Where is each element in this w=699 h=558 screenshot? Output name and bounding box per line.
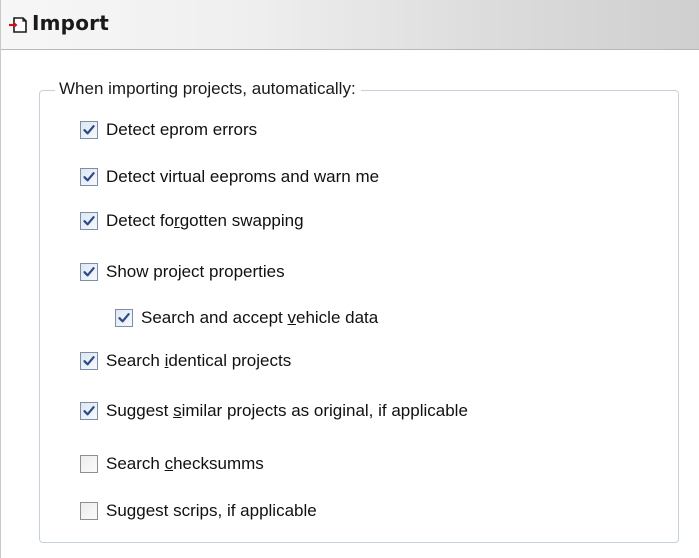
checkbox[interactable]: [115, 309, 133, 327]
checkbox[interactable]: [80, 455, 98, 473]
option-detect-eprom-errors[interactable]: Detect eprom errors: [80, 117, 257, 143]
check-mark-icon: [83, 216, 95, 226]
option-label: Detect virtual eeproms and warn me: [106, 167, 380, 186]
option-label: Suggest similar projects as original, if…: [106, 401, 468, 420]
option-label: Detect eprom errors: [106, 120, 258, 139]
checkbox[interactable]: [80, 168, 98, 186]
option-suggest-scrips[interactable]: Suggest scrips, if applicable: [80, 498, 317, 524]
option-label: Show project properties: [106, 262, 285, 281]
check-mark-icon: [83, 267, 95, 277]
option-search-identical-projects[interactable]: Search identical projects: [80, 348, 291, 374]
section-header: Import: [1, 0, 699, 50]
option-search-checksumms[interactable]: Search checksumms: [80, 451, 264, 477]
option-label: Search checksumms: [106, 454, 264, 473]
checkbox[interactable]: [80, 121, 98, 139]
group-legend: When importing projects, automatically:: [55, 79, 361, 99]
import-settings-page: Import When importing projects, automati…: [0, 0, 699, 558]
option-label: Search identical projects: [106, 351, 292, 370]
option-suggest-similar-projects[interactable]: Suggest similar projects as original, if…: [80, 398, 468, 424]
check-mark-icon: [83, 125, 95, 135]
checkbox[interactable]: [80, 502, 98, 520]
checkbox[interactable]: [80, 212, 98, 230]
checkbox[interactable]: [80, 263, 98, 281]
checkbox[interactable]: [80, 402, 98, 420]
option-label: Detect forgotten swapping: [106, 211, 304, 230]
check-mark-icon: [83, 356, 95, 366]
check-mark-icon: [83, 172, 95, 182]
section-title: Import: [32, 11, 109, 35]
option-detect-virtual-eeproms[interactable]: Detect virtual eeproms and warn me: [80, 164, 379, 190]
option-search-accept-vehicle-data[interactable]: Search and accept vehicle data: [115, 305, 378, 331]
option-detect-forgotten-swapping[interactable]: Detect forgotten swapping: [80, 208, 304, 234]
checkbox[interactable]: [80, 352, 98, 370]
import-arrow-icon: [9, 17, 27, 33]
option-label: Suggest scrips, if applicable: [106, 501, 317, 520]
option-show-project-properties[interactable]: Show project properties: [80, 259, 285, 285]
option-label: Search and accept vehicle data: [141, 308, 379, 327]
check-mark-icon: [118, 313, 130, 323]
check-mark-icon: [83, 406, 95, 416]
